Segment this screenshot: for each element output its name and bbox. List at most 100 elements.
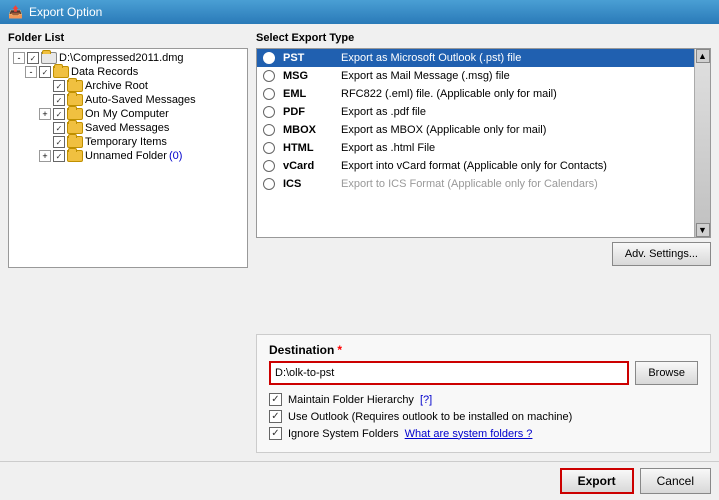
tree-item-datarecords[interactable]: - ✓ Data Records xyxy=(11,65,245,79)
footer: Export Cancel xyxy=(0,461,719,500)
folder-icon-unnamed xyxy=(67,150,83,162)
destination-input[interactable] xyxy=(269,361,629,385)
export-name-eml: EML xyxy=(283,88,333,100)
tree-text-autosaved: Auto-Saved Messages xyxy=(85,94,196,106)
checkbox-hierarchy[interactable] xyxy=(269,393,282,406)
required-marker: * xyxy=(337,343,342,357)
tree-item-onmycomputer[interactable]: + ✓ On My Computer xyxy=(11,107,245,121)
export-type-section: Select Export Type PST Export as Microso… xyxy=(256,32,711,326)
radio-msg[interactable] xyxy=(263,70,275,82)
tree-item-drive[interactable]: - ✓ D:\Compressed2011.dmg xyxy=(11,51,245,65)
export-row-ics[interactable]: ICS Export to ICS Format (Applicable onl… xyxy=(257,175,694,193)
expander-onmycomputer[interactable]: + xyxy=(39,108,51,120)
adv-settings-button[interactable]: Adv. Settings... xyxy=(612,242,711,266)
tree-item-autosaved[interactable]: ✓ Auto-Saved Messages xyxy=(11,93,245,107)
export-name-ics: ICS xyxy=(283,178,333,190)
checkbox-useoutlook[interactable] xyxy=(269,410,282,423)
folder-icon-datarecords xyxy=(53,66,69,78)
destination-row: Browse xyxy=(269,361,698,385)
left-panel: Folder List - ✓ D:\Compressed2011.dmg - … xyxy=(8,32,248,453)
folder-icon-drive xyxy=(41,52,57,64)
option-hierarchy-row: Maintain Folder Hierarchy [?] xyxy=(269,393,698,406)
checkbox-ignoresystem[interactable] xyxy=(269,427,282,440)
export-row-msg[interactable]: MSG Export as Mail Message (.msg) file xyxy=(257,67,694,85)
export-row-pdf[interactable]: PDF Export as .pdf file xyxy=(257,103,694,121)
tree-text-tempitems: Temporary Items xyxy=(85,136,167,148)
scrollbar-down[interactable]: ▼ xyxy=(696,223,710,237)
checkbox-onmycomputer[interactable]: ✓ xyxy=(53,108,65,120)
content-area: Folder List - ✓ D:\Compressed2011.dmg - … xyxy=(0,24,719,461)
export-desc-mbox: Export as MBOX (Applicable only for mail… xyxy=(341,124,546,136)
title-bar-icon: 📤 xyxy=(8,5,23,19)
radio-html[interactable] xyxy=(263,142,275,154)
checkbox-tempitems[interactable]: ✓ xyxy=(53,136,65,148)
expander-drive[interactable]: - xyxy=(13,52,25,64)
export-desc-msg: Export as Mail Message (.msg) file xyxy=(341,70,510,82)
tree-text-archiveroot: Archive Root xyxy=(85,80,148,92)
option-useoutlook-label: Use Outlook (Requires outlook to be inst… xyxy=(288,411,572,423)
checkbox-autosaved[interactable]: ✓ xyxy=(53,94,65,106)
export-type-label: Select Export Type xyxy=(256,32,711,44)
option-hierarchy-label: Maintain Folder Hierarchy xyxy=(288,394,414,406)
export-name-mbox: MBOX xyxy=(283,124,333,136)
scrollbar-up[interactable]: ▲ xyxy=(696,49,710,63)
option-ignoresystem-label: Ignore System Folders xyxy=(288,428,399,440)
export-name-pst: PST xyxy=(283,52,333,64)
radio-ics[interactable] xyxy=(263,178,275,190)
radio-pdf[interactable] xyxy=(263,106,275,118)
radio-mbox[interactable] xyxy=(263,124,275,136)
cancel-button[interactable]: Cancel xyxy=(640,468,711,494)
folder-icon-tempitems xyxy=(67,136,83,148)
folder-icon-onmycomputer xyxy=(67,108,83,120)
checkbox-datarecords[interactable]: ✓ xyxy=(39,66,51,78)
adv-settings-row: Adv. Settings... xyxy=(256,242,711,266)
browse-button[interactable]: Browse xyxy=(635,361,698,385)
checkbox-savedmessages[interactable]: ✓ xyxy=(53,122,65,134)
option-hierarchy-help[interactable]: [?] xyxy=(420,394,432,406)
option-useoutlook-row: Use Outlook (Requires outlook to be inst… xyxy=(269,410,698,423)
tree-text-unnamed-count: (0) xyxy=(169,150,182,162)
export-desc-html: Export as .html File xyxy=(341,142,435,154)
folder-icon-autosaved xyxy=(67,94,83,106)
tree-item-archiveroot[interactable]: ✓ Archive Root xyxy=(11,79,245,93)
option-ignoresystem-row: Ignore System Folders What are system fo… xyxy=(269,427,698,440)
expander-unnamed[interactable]: + xyxy=(39,150,51,162)
tree-text-onmycomputer: On My Computer xyxy=(85,108,169,120)
system-folders-help-link[interactable]: What are system folders ? xyxy=(405,428,533,440)
checkbox-drive[interactable]: ✓ xyxy=(27,52,39,64)
export-type-list[interactable]: PST Export as Microsoft Outlook (.pst) f… xyxy=(257,49,694,237)
radio-vcard[interactable] xyxy=(263,160,275,172)
tree-text-unnamed: Unnamed Folder xyxy=(85,150,167,162)
export-desc-ics: Export to ICS Format (Applicable only fo… xyxy=(341,178,598,190)
folder-tree[interactable]: - ✓ D:\Compressed2011.dmg - ✓ Data Recor… xyxy=(8,48,248,268)
right-panel: Select Export Type PST Export as Microso… xyxy=(256,32,711,453)
export-row-pst[interactable]: PST Export as Microsoft Outlook (.pst) f… xyxy=(257,49,694,67)
folder-icon-archiveroot xyxy=(67,80,83,92)
destination-section: Destination * Browse Maintain Folder Hie… xyxy=(256,334,711,453)
tree-text-datarecords: Data Records xyxy=(71,66,138,78)
checkbox-archiveroot[interactable]: ✓ xyxy=(53,80,65,92)
tree-item-tempitems[interactable]: ✓ Temporary Items xyxy=(11,135,245,149)
expander-datarecords[interactable]: - xyxy=(25,66,37,78)
radio-pst[interactable] xyxy=(263,52,275,64)
export-name-pdf: PDF xyxy=(283,106,333,118)
tree-text-drive: D:\Compressed2011.dmg xyxy=(59,52,184,64)
export-row-html[interactable]: HTML Export as .html File xyxy=(257,139,694,157)
export-row-eml[interactable]: EML RFC822 (.eml) file. (Applicable only… xyxy=(257,85,694,103)
export-desc-pdf: Export as .pdf file xyxy=(341,106,426,118)
export-name-vcard: vCard xyxy=(283,160,333,172)
export-row-mbox[interactable]: MBOX Export as MBOX (Applicable only for… xyxy=(257,121,694,139)
tree-item-savedmessages[interactable]: ✓ Saved Messages xyxy=(11,121,245,135)
export-row-vcard[interactable]: vCard Export into vCard format (Applicab… xyxy=(257,157,694,175)
tree-item-unnamed[interactable]: + ✓ Unnamed Folder (0) xyxy=(11,149,245,163)
main-container: Folder List - ✓ D:\Compressed2011.dmg - … xyxy=(0,24,719,500)
checkbox-unnamed[interactable]: ✓ xyxy=(53,150,65,162)
title-bar: 📤 Export Option xyxy=(0,0,719,24)
export-desc-eml: RFC822 (.eml) file. (Applicable only for… xyxy=(341,88,557,100)
radio-eml[interactable] xyxy=(263,88,275,100)
export-desc-vcard: Export into vCard format (Applicable onl… xyxy=(341,160,607,172)
export-name-msg: MSG xyxy=(283,70,333,82)
title-bar-text: Export Option xyxy=(29,5,102,19)
export-button[interactable]: Export xyxy=(560,468,634,494)
folder-list-label: Folder List xyxy=(8,32,248,44)
